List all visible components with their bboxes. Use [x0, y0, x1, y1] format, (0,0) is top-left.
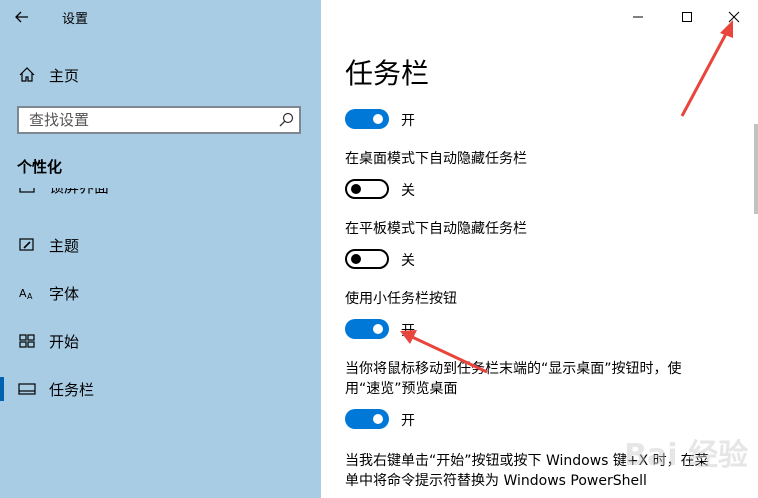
toggle-autohide-desktop[interactable] [345, 179, 389, 199]
toggle-state-label: 关 [401, 183, 415, 199]
setting-label: 在桌面模式下自动隐藏任务栏 [345, 151, 527, 167]
sidebar-item-label: 任务栏 [49, 381, 95, 399]
toggle-peek[interactable] [345, 409, 389, 429]
search-box[interactable] [17, 106, 301, 134]
search-icon[interactable] [277, 111, 295, 129]
toggle-state-label: 关 [401, 253, 415, 269]
sidebar-item-label: 字体 [49, 285, 80, 303]
sidebar-item-label: 主题 [49, 237, 80, 255]
maximize-icon [682, 12, 692, 22]
main-panel: 任务栏 开 在桌面模式下自动隐藏任务栏 关 在平板模式下自动隐藏任务栏 关 使用… [321, 0, 758, 498]
brush-icon [19, 238, 34, 251]
setting-label: 在平板模式下自动隐藏任务栏 [345, 221, 527, 237]
minimize-button[interactable] [618, 2, 658, 32]
svg-text:A: A [27, 292, 33, 301]
toggle-state-label: 开 [401, 413, 415, 429]
home-icon [19, 67, 35, 82]
sidebar-item-themes[interactable]: 主题 [0, 230, 321, 260]
close-icon [728, 11, 740, 23]
lockscreen-icon [19, 188, 35, 193]
sidebar-item-taskbar[interactable]: 任务栏 [0, 374, 321, 404]
toggle-autohide-tablet[interactable] [345, 249, 389, 269]
scrollbar[interactable] [754, 124, 758, 214]
back-arrow-icon [15, 11, 28, 23]
sidebar-item-label: 开始 [49, 333, 80, 351]
active-indicator [0, 377, 4, 401]
sidebar-item-start[interactable]: 开始 [0, 326, 321, 356]
sidebar-item-fonts[interactable]: A A 字体 [0, 278, 321, 308]
sidebar-item-label: 锁屏界面 [49, 188, 109, 197]
page-title: 任务栏 [345, 57, 430, 90]
section-heading: 个性化 [17, 158, 63, 176]
start-icon [19, 334, 35, 348]
toggle-small-buttons[interactable] [345, 319, 389, 339]
svg-text:A: A [19, 287, 27, 300]
sidebar: 设置 主页 个性化 锁屏界面 主题 A A 字体 [0, 0, 321, 498]
font-icon: A A [19, 287, 33, 301]
close-button[interactable] [714, 2, 754, 32]
nav-home-label: 主页 [49, 67, 80, 85]
setting-label-line2: 用“速览”预览桌面 [345, 381, 458, 397]
toggle-state-label: 开 [401, 323, 415, 339]
app-title: 设置 [62, 12, 89, 27]
setting-label-line1: 当你将鼠标移动到任务栏末端的“显示桌面”按钮时，使 [345, 361, 682, 377]
watermark: Bai 经验 [624, 438, 748, 473]
toggle-lock-taskbar[interactable] [345, 109, 389, 129]
nav-home[interactable]: 主页 [0, 60, 321, 90]
setting-label-line2: 单中将命令提示符替换为 Windows PowerShell [345, 473, 647, 489]
minimize-icon [633, 16, 643, 18]
maximize-button[interactable] [667, 2, 707, 32]
taskbar-icon [18, 383, 36, 395]
setting-label: 使用小任务栏按钮 [345, 291, 457, 307]
toggle-state-label: 开 [401, 113, 415, 129]
back-button[interactable] [8, 4, 36, 30]
sidebar-item-lockscreen[interactable]: 锁屏界面 [0, 188, 321, 202]
search-input[interactable] [19, 108, 269, 132]
